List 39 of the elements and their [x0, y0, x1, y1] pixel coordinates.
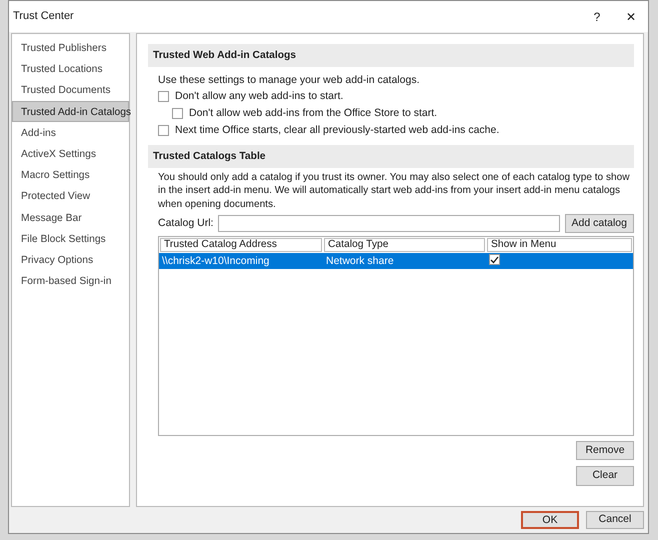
section-heading: Trusted Web Add-in Catalogs	[148, 44, 634, 68]
sidebar-item[interactable]: Trusted Documents	[12, 79, 129, 101]
sidebar-item[interactable]: Trusted Publishers	[12, 37, 129, 58]
column-header[interactable]: Show in Menu	[487, 238, 632, 252]
note-text: You should only add a catalog if you trust its owner. You may also select one of each catalog type to show in the insert add-in menu. We will automatically start web add-ins from your insert add-in menu catalogs when opening documents.	[157, 170, 631, 212]
sidebar-item[interactable]: ActiveX Settings	[12, 142, 129, 164]
column-header[interactable]: Catalog Type	[324, 238, 485, 252]
sidebar-item[interactable]: Trusted Locations	[12, 58, 129, 80]
clear-button[interactable]: Clear	[576, 466, 634, 486]
checkbox-label: Don't allow web add-ins from the Office Store to start.	[189, 106, 438, 122]
sidebar-item[interactable]: Form-based Sign-in	[12, 270, 129, 292]
checkbox-label: Don't allow any web add-ins to start.	[175, 89, 344, 104]
table-cell-text: \\chrisk2-w10\Incoming	[161, 254, 270, 268]
column-header[interactable]: Trusted Catalog Address	[160, 238, 322, 252]
checkbox[interactable]	[158, 125, 169, 136]
sidebar-item[interactable]: File Block Settings	[12, 228, 129, 249]
section-heading: Trusted Catalogs Table	[148, 144, 634, 168]
sidebar-item[interactable]: Add-ins	[12, 122, 129, 143]
checkbox[interactable]	[172, 108, 183, 120]
sidebar-item[interactable]: Trusted Add-in Catalogs	[12, 100, 129, 122]
dialog-button[interactable]: Cancel	[586, 511, 644, 529]
checkbox[interactable]	[489, 254, 500, 265]
dialog-button[interactable]: OK	[521, 511, 579, 529]
close-button[interactable]: ✕	[614, 2, 648, 30]
add-catalog-button[interactable]: Add catalog	[564, 214, 634, 234]
checkbox-label: Next time Office starts, clear all previously-started web add-ins cache.	[175, 123, 500, 138]
url-field[interactable]	[218, 215, 560, 232]
checkbox[interactable]	[158, 91, 169, 102]
sidebar-item[interactable]: Privacy Options	[12, 248, 129, 270]
field-label: Catalog Url:	[158, 216, 214, 231]
sidebar-item[interactable]: Message Bar	[12, 206, 129, 228]
table-row[interactable]: \\chrisk2-w10\Incoming Network share	[159, 253, 633, 270]
sidebar-item[interactable]: Protected View	[12, 185, 129, 206]
remove-button[interactable]: Remove	[576, 440, 634, 460]
window-title: Trust Center	[13, 9, 75, 24]
table-cell-text: Network share	[325, 254, 395, 268]
sidebar-item[interactable]: Macro Settings	[12, 164, 129, 186]
help-button[interactable]: ?	[580, 2, 614, 30]
intro-text: Use these settings to manage your web add-in catalogs.	[157, 72, 420, 88]
